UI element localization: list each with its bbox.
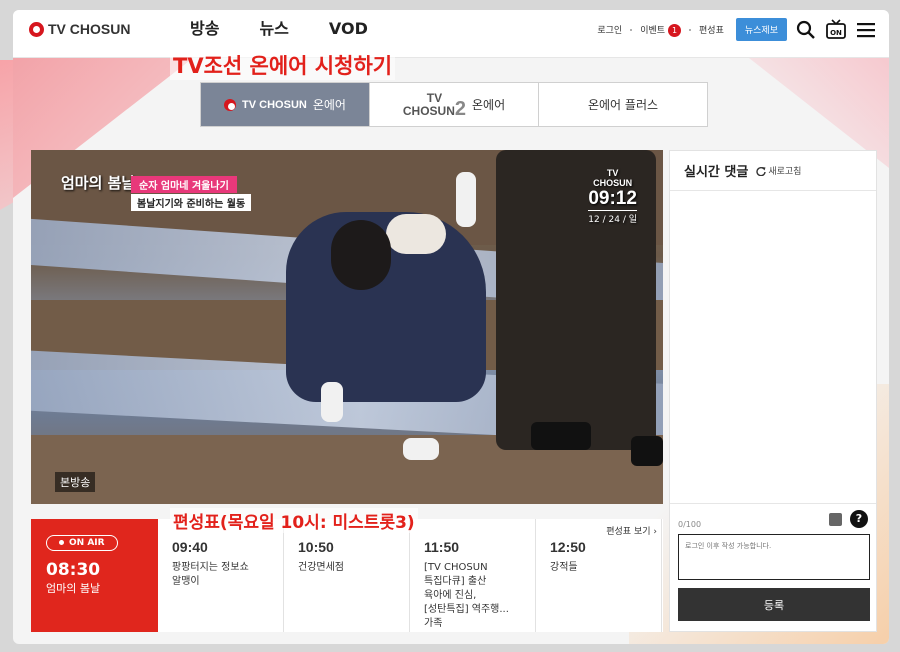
video-scene-collar	[386, 214, 446, 254]
tvchosun2-logo: TV CHOSUN2	[402, 90, 466, 120]
tab-tvchosun2-onair[interactable]: TV CHOSUN2 온에어	[370, 83, 539, 126]
tab-label: 온에어	[472, 98, 506, 112]
menu-icon[interactable]	[855, 19, 877, 41]
chosun-mini-icon[interactable]	[829, 512, 842, 526]
video-scene-head	[331, 220, 391, 290]
slot-program: 강적들	[550, 562, 578, 573]
video-scene-glove	[321, 382, 343, 422]
search-icon[interactable]	[795, 19, 817, 41]
slot-time: 10:50	[298, 539, 334, 555]
nav-news[interactable]: 뉴스	[259, 19, 288, 39]
chat-refresh-button[interactable]: 새로고침	[756, 164, 801, 177]
separator-dot	[630, 28, 633, 31]
logo-mark-icon	[224, 98, 237, 111]
bug-brand: CHOSUN	[593, 178, 633, 188]
slot-program: 건강면세점	[298, 562, 344, 573]
caption-line2: 봄날지기와 준비하는 월동	[131, 194, 252, 211]
schedule-title: 편성표(목요일 10시: 미스트롯3)	[170, 508, 418, 533]
chat-input[interactable]	[678, 534, 870, 580]
slot-program: 팡팡터지는 정보쇼 알맹이	[172, 562, 249, 587]
onair-program: 엄마의 봄날	[46, 581, 101, 595]
login-link[interactable]: 로그인	[597, 23, 622, 36]
svg-text:ON: ON	[830, 29, 842, 37]
schedule-slot[interactable]: 10:50 건강면세점	[284, 519, 410, 632]
slot-time: 11:50	[424, 539, 460, 555]
video-scene-glove	[456, 172, 476, 227]
program-logo: 엄마의 봄날	[61, 174, 136, 192]
live-chat-panel: 실시간 댓글 새로고침 0/100 ? 등록	[669, 150, 877, 632]
tab-brand-num: 2	[454, 97, 466, 120]
video-scene-glove	[403, 438, 439, 460]
chat-refresh-label: 새로고침	[768, 167, 802, 177]
schedule-slots: 09:40 팡팡터지는 정보쇼 알맹이 10:50 건강면세점 11:50 [T…	[158, 519, 663, 632]
browser-frame: TV CHOSUN 방송 뉴스 VOD 로그인 이벤트 1 편성표 뉴스제보 ON…	[13, 10, 889, 644]
channel-tabs: TV CHOSUN 온에어 TV CHOSUN2 온에어 온에어 플러스	[200, 82, 708, 127]
page-title: TV조선 온에어 시청하기	[170, 50, 396, 80]
onair-label: ON AIR	[69, 537, 105, 548]
chat-toolbar: ?	[829, 510, 868, 528]
tab-brand-top: TV	[426, 90, 443, 105]
slot-time: 09:40	[172, 539, 208, 555]
bug-brand-top: TV	[606, 168, 619, 178]
program-caption: 순자 엄마네 겨울나기 봄날지기와 준비하는 월동	[131, 174, 252, 211]
event-label: 이벤트	[640, 25, 666, 36]
refresh-icon	[756, 166, 767, 176]
bug-time: 09:12	[588, 188, 637, 209]
tab-tvchosun-onair[interactable]: TV CHOSUN 온에어	[201, 83, 370, 126]
help-icon[interactable]: ?	[850, 510, 868, 528]
tvchosun-logo[interactable]: TV CHOSUN	[29, 21, 130, 37]
chat-submit-button[interactable]: 등록	[678, 588, 870, 621]
logo-mark-icon	[29, 21, 44, 37]
bug-date: 12 / 24 / 일	[588, 210, 637, 225]
schedule-link-header[interactable]: 편성표	[699, 23, 724, 36]
tab-onair-plus[interactable]: 온에어 플러스	[539, 83, 707, 126]
chat-title: 실시간 댓글	[684, 165, 749, 180]
onair-tv-icon[interactable]: ON	[825, 18, 847, 41]
video-player[interactable]: 엄마의 봄날 순자 엄마네 겨울나기 봄날지기와 준비하는 월동 TV CHOS…	[31, 150, 663, 504]
tab-label: 온에어 플러스	[587, 98, 659, 112]
view-schedule-label: 편성표 보기	[606, 527, 651, 537]
nav-broadcast[interactable]: 방송	[190, 19, 219, 39]
utility-menu: 로그인 이벤트 1 편성표 뉴스제보 ON	[597, 18, 877, 41]
live-dot-icon	[59, 540, 64, 545]
video-scene-shoe	[531, 422, 591, 450]
event-link[interactable]: 이벤트 1	[640, 23, 682, 37]
schedule-slot[interactable]: 09:40 팡팡터지는 정보쇼 알맹이	[158, 519, 284, 632]
nav-vod[interactable]: VOD	[329, 19, 368, 39]
schedule-slot[interactable]: 11:50 [TV CHOSUN 특집다큐] 출산 육아에 진심, [성탄특집]…	[410, 519, 536, 632]
onair-now[interactable]: ON AIR 08:30 엄마의 봄날	[31, 519, 158, 632]
event-badge: 1	[668, 23, 682, 37]
live-tag: 본방송	[55, 472, 96, 492]
main-nav: 방송 뉴스 VOD	[190, 19, 408, 39]
site-header: TV CHOSUN 방송 뉴스 VOD 로그인 이벤트 1 편성표 뉴스제보 ON	[13, 10, 889, 58]
separator-dot	[689, 28, 692, 31]
news-report-button[interactable]: 뉴스제보	[735, 18, 787, 41]
tab-label: 온에어	[312, 98, 346, 112]
slot-program: [TV CHOSUN 특집다큐] 출산 육아에 진심, [성탄특집] 역주행..…	[424, 562, 509, 629]
tab-brand-bottom: CHOSUN	[402, 103, 455, 118]
onair-pill: ON AIR	[46, 534, 118, 551]
chevron-right-icon: ›	[653, 527, 657, 537]
chat-compose: 0/100 ? 등록	[670, 503, 876, 631]
view-schedule-link[interactable]: 편성표 보기 ›	[606, 524, 657, 537]
caption-line1: 순자 엄마네 겨울나기	[131, 176, 237, 193]
tab-brand: TV CHOSUN	[242, 98, 307, 111]
channel-bug: TV CHOSUN 09:12 12 / 24 / 일	[588, 168, 637, 225]
video-scene-shoe	[631, 436, 663, 466]
slot-time: 12:50	[550, 539, 586, 555]
chat-header: 실시간 댓글 새로고침	[670, 151, 876, 191]
logo-text: TV CHOSUN	[48, 21, 131, 37]
onair-time: 08:30	[46, 559, 101, 580]
schedule-strip: ON AIR 08:30 엄마의 봄날 09:40 팡팡터지는 정보쇼 알맹이 …	[31, 519, 663, 632]
chat-char-counter: 0/100	[678, 520, 702, 529]
